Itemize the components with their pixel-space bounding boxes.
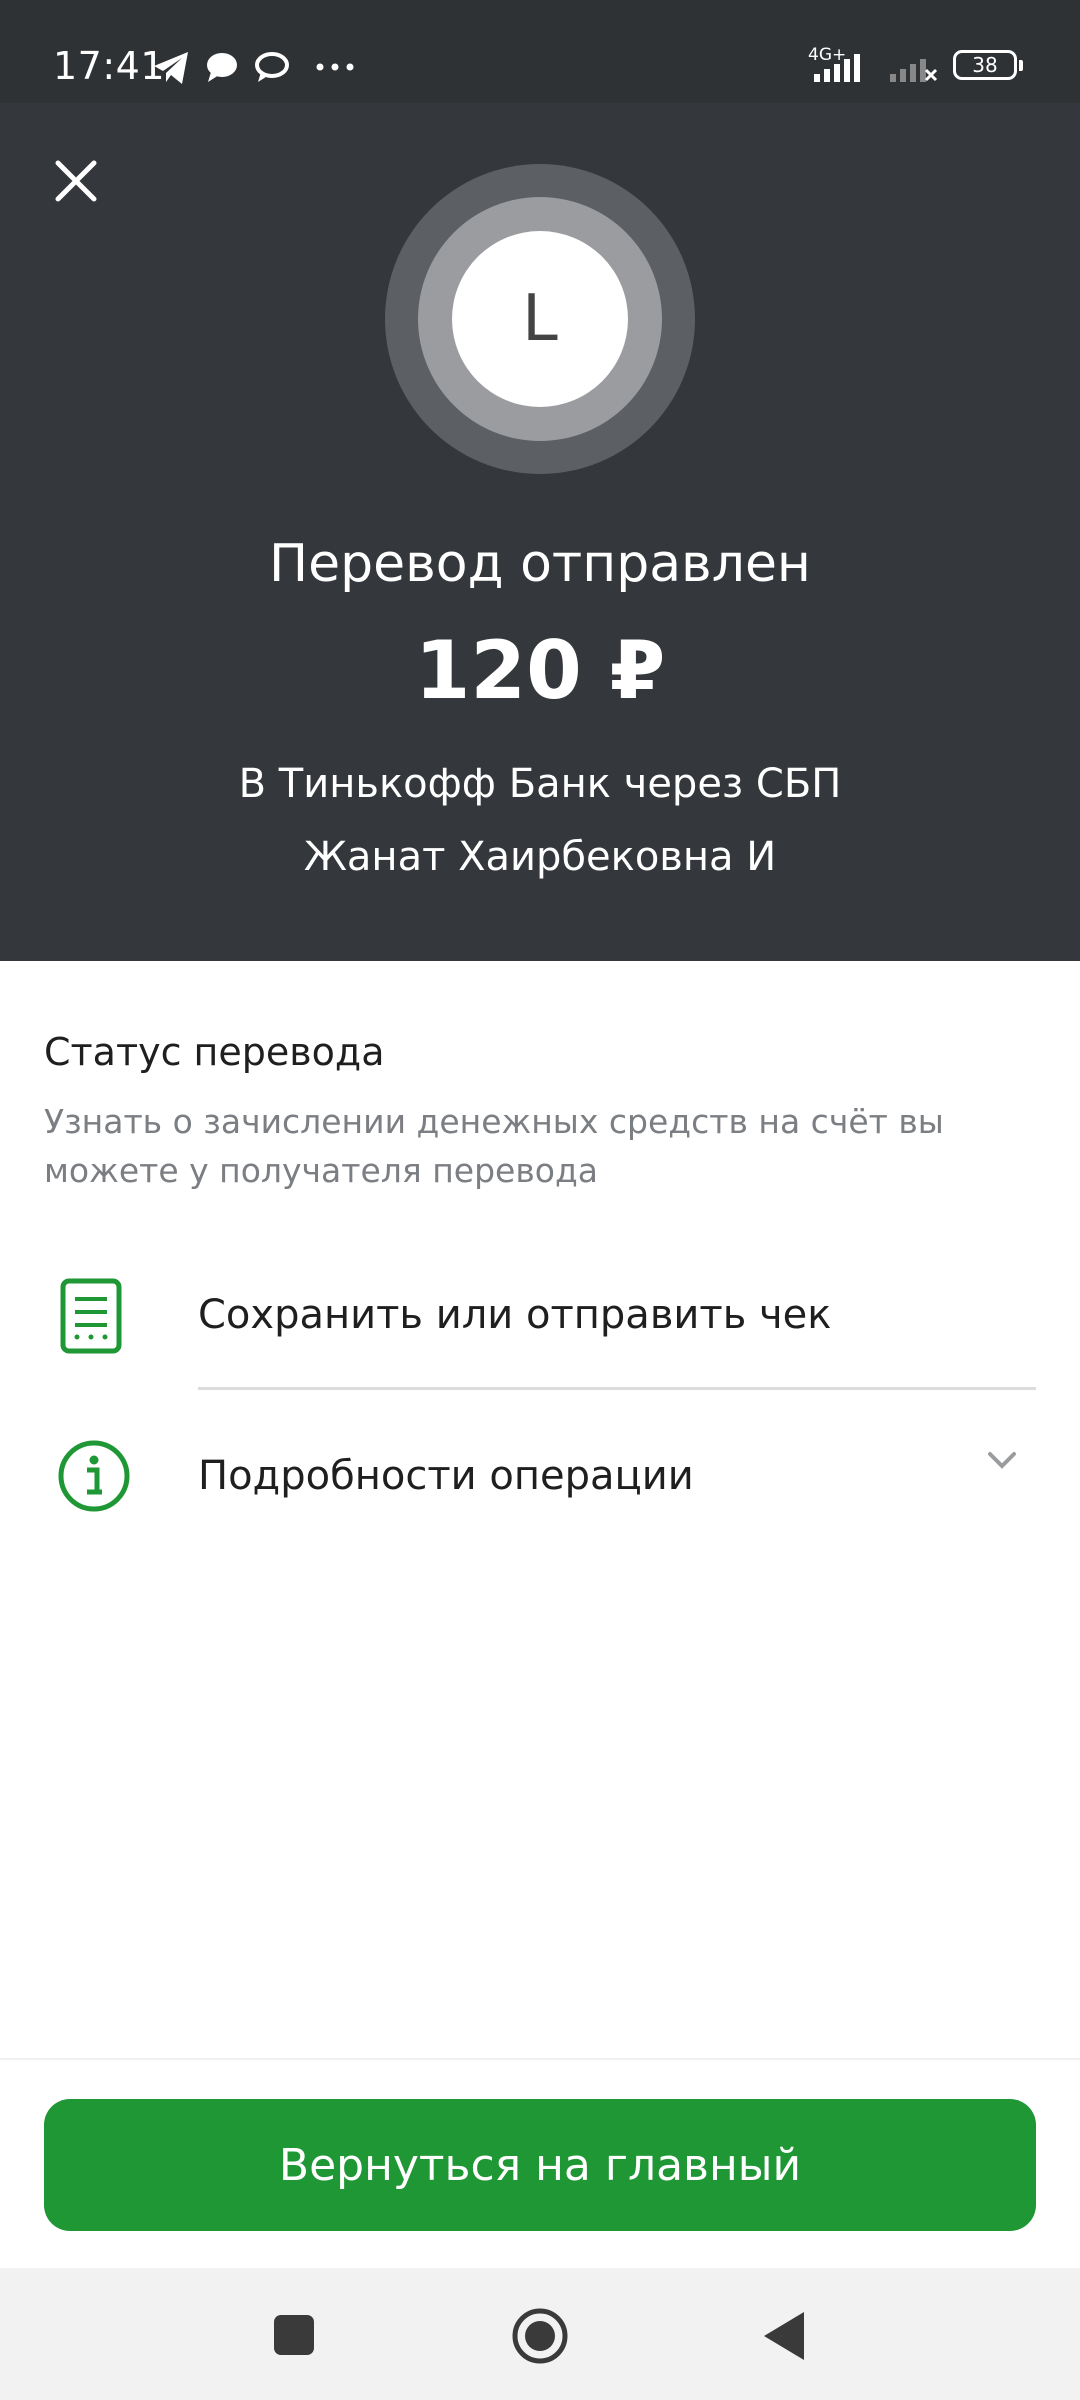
save-receipt-label: Сохранить или отправить чек xyxy=(198,1292,832,1338)
operation-details-label: Подробности операции xyxy=(198,1453,694,1499)
receipt-icon xyxy=(60,1278,122,1354)
close-icon xyxy=(55,160,97,202)
status-description: Узнать о зачислении денежных средств на … xyxy=(44,1102,944,1190)
home-icon[interactable] xyxy=(510,2306,570,2366)
operation-details-item[interactable]: Подробности операции xyxy=(0,1420,1080,1540)
signal-icon xyxy=(814,54,860,82)
battery-icon: 38 xyxy=(953,50,1023,80)
signal-off-icon xyxy=(890,59,938,82)
status-bar: 17:41 4G+ 38 xyxy=(0,0,1080,103)
info-icon xyxy=(58,1440,130,1512)
status-title: Статус перевода xyxy=(44,1030,385,1074)
more-icon xyxy=(316,63,354,71)
recents-icon[interactable] xyxy=(273,2314,315,2356)
divider xyxy=(198,1387,1036,1390)
transfer-header: L Перевод отправлен 120 ₽ В Тинькофф Бан… xyxy=(0,103,1080,961)
transfer-title: Перевод отправлен xyxy=(269,534,811,594)
avatar-letter: L xyxy=(522,282,558,356)
system-nav-bar xyxy=(0,2268,1080,2400)
chat-icon xyxy=(207,53,237,82)
transfer-amount: 120 ₽ xyxy=(414,624,666,717)
bottom-divider xyxy=(0,2058,1080,2060)
status-time: 17:41 xyxy=(53,44,166,88)
telegram-icon xyxy=(154,52,188,84)
close-button[interactable] xyxy=(44,149,108,213)
chevron-down-icon[interactable] xyxy=(984,1448,1020,1472)
chat-icon xyxy=(255,52,289,82)
back-icon[interactable] xyxy=(762,2310,806,2362)
transfer-bank: В Тинькофф Банк через СБП xyxy=(238,761,842,807)
return-home-button[interactable]: Вернуться на главный xyxy=(44,2099,1036,2231)
transfer-recipient: Жанат Хаирбековна И xyxy=(303,834,777,880)
avatar: L xyxy=(452,231,628,407)
save-receipt-item[interactable]: Сохранить или отправить чек xyxy=(0,1260,1080,1390)
